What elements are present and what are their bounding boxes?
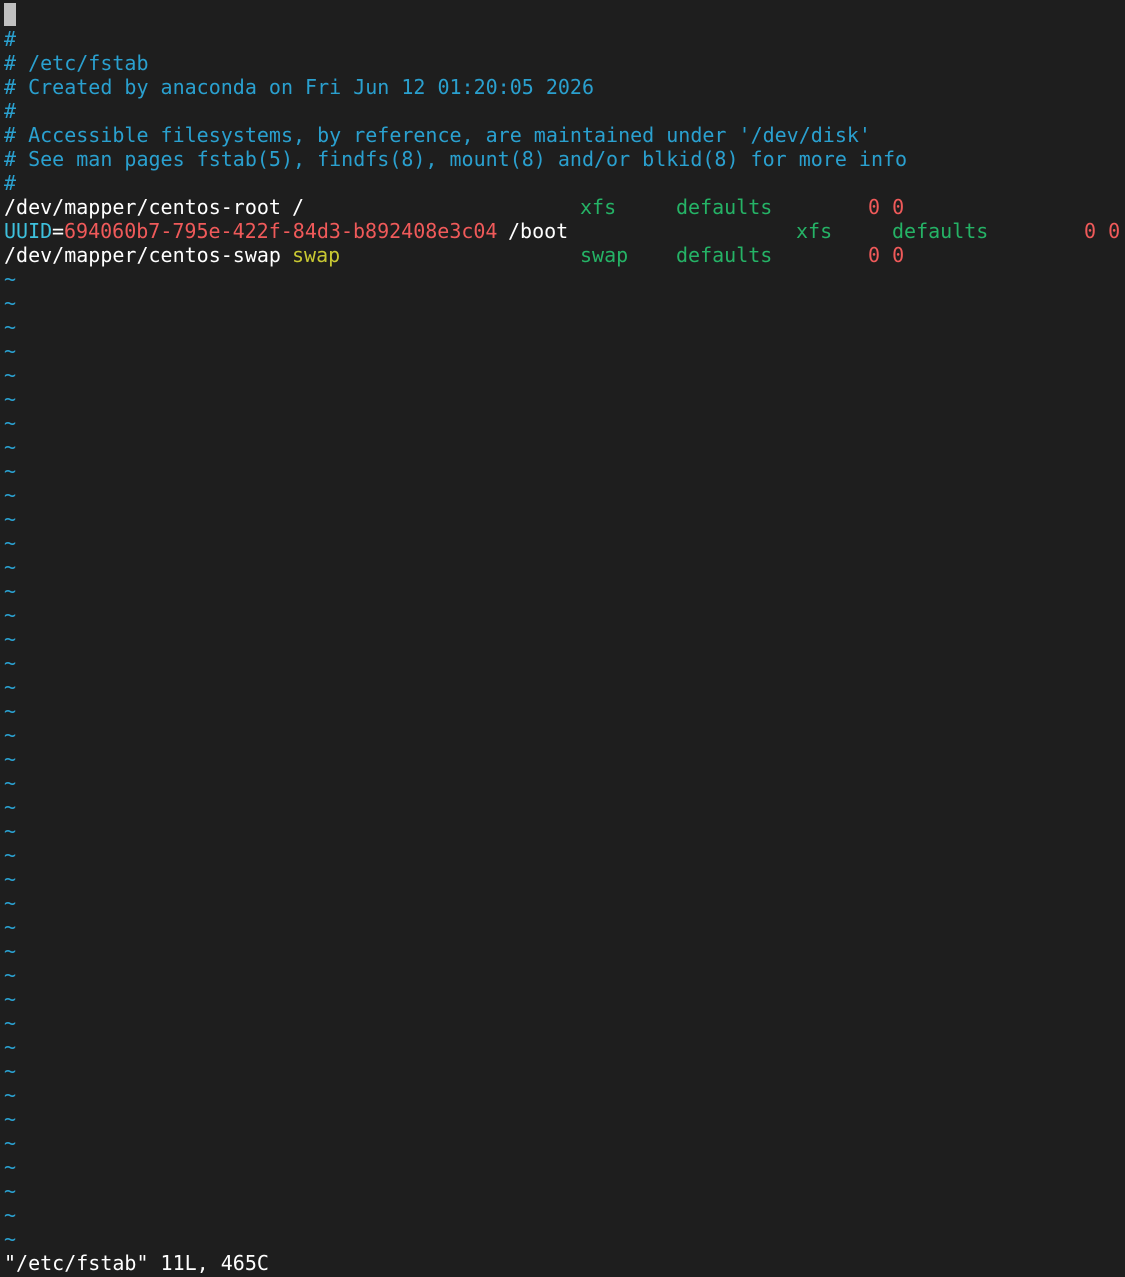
tilde-marker: ~ bbox=[4, 1203, 17, 1227]
tilde-marker: ~ bbox=[4, 555, 17, 579]
tilde-marker: ~ bbox=[4, 1107, 17, 1131]
mount-point-field: swap bbox=[292, 243, 341, 267]
tilde-marker: ~ bbox=[4, 1035, 17, 1059]
fstype-field: xfs bbox=[796, 219, 833, 243]
tilde-marker: ~ bbox=[4, 915, 17, 939]
tilde-marker: ~ bbox=[4, 411, 17, 435]
fstype-field: swap bbox=[580, 243, 629, 267]
comment-line: # bbox=[4, 27, 17, 51]
dump-pass-field: 0 0 bbox=[868, 243, 905, 267]
device-field: /dev/mapper/centos-swap bbox=[4, 243, 281, 267]
options-field: defaults bbox=[892, 219, 989, 243]
tilde-marker: ~ bbox=[4, 363, 17, 387]
tilde-marker: ~ bbox=[4, 867, 17, 891]
tilde-marker: ~ bbox=[4, 891, 17, 915]
tilde-marker: ~ bbox=[4, 723, 17, 747]
comment-line: # bbox=[4, 99, 17, 123]
tilde-marker: ~ bbox=[4, 675, 17, 699]
text-cursor bbox=[4, 3, 16, 26]
fstab-entry-boot: UUID = 694060b7-795e-422f-84d3-b892408e3… bbox=[4, 219, 1124, 243]
dump-pass-field: 0 0 bbox=[1084, 219, 1121, 243]
tilde-marker: ~ bbox=[4, 1059, 17, 1083]
tilde-marker: ~ bbox=[4, 267, 17, 291]
comment-line: # See man pages fstab(5), findfs(8), mou… bbox=[4, 147, 908, 171]
tilde-marker: ~ bbox=[4, 1083, 17, 1107]
options-field: defaults bbox=[676, 195, 773, 219]
tilde-marker: ~ bbox=[4, 1227, 17, 1251]
mount-point-field: /boot bbox=[508, 219, 569, 243]
tilde-marker: ~ bbox=[4, 627, 17, 651]
tilde-marker: ~ bbox=[4, 843, 17, 867]
tilde-marker: ~ bbox=[4, 795, 17, 819]
tilde-marker: ~ bbox=[4, 1011, 17, 1035]
tilde-marker: ~ bbox=[4, 435, 17, 459]
uuid-value: 694060b7-795e-422f-84d3-b892408e3c04 bbox=[64, 219, 498, 243]
vim-editor[interactable]: # # /etc/fstab # Created by anaconda on … bbox=[0, 0, 1125, 1277]
tilde-marker: ~ bbox=[4, 819, 17, 843]
tilde-marker: ~ bbox=[4, 987, 17, 1011]
fstab-entry-root: /dev/mapper/centos-root / xfs defaults 0… bbox=[4, 195, 1124, 219]
tilde-marker: ~ bbox=[4, 1179, 17, 1203]
comment-line: # /etc/fstab bbox=[4, 51, 149, 75]
tilde-marker: ~ bbox=[4, 1131, 17, 1155]
fstype-field: xfs bbox=[580, 195, 617, 219]
tilde-marker: ~ bbox=[4, 603, 17, 627]
uuid-key: UUID bbox=[4, 219, 53, 243]
tilde-marker: ~ bbox=[4, 507, 17, 531]
comment-line: # bbox=[4, 171, 17, 195]
tilde-marker: ~ bbox=[4, 387, 17, 411]
tilde-marker: ~ bbox=[4, 1155, 17, 1179]
mount-point-field: / bbox=[292, 195, 305, 219]
tilde-marker: ~ bbox=[4, 339, 17, 363]
uuid-equals: = bbox=[52, 219, 65, 243]
tilde-marker: ~ bbox=[4, 315, 17, 339]
tilde-marker: ~ bbox=[4, 579, 17, 603]
status-line: "/etc/fstab" 11L, 465C bbox=[4, 1251, 269, 1275]
dump-pass-field: 0 0 bbox=[868, 195, 905, 219]
comment-line: # Created by anaconda on Fri Jun 12 01:2… bbox=[4, 75, 595, 99]
tilde-marker: ~ bbox=[4, 963, 17, 987]
tilde-marker: ~ bbox=[4, 747, 17, 771]
tilde-marker: ~ bbox=[4, 651, 17, 675]
tilde-marker: ~ bbox=[4, 483, 17, 507]
options-field: defaults bbox=[676, 243, 773, 267]
tilde-marker: ~ bbox=[4, 699, 17, 723]
fstab-entry-swap: /dev/mapper/centos-swap swap swap defaul… bbox=[4, 243, 1124, 267]
tilde-marker: ~ bbox=[4, 459, 17, 483]
tilde-marker: ~ bbox=[4, 531, 17, 555]
device-field: /dev/mapper/centos-root bbox=[4, 195, 281, 219]
tilde-marker: ~ bbox=[4, 939, 17, 963]
tilde-marker: ~ bbox=[4, 771, 17, 795]
tilde-marker: ~ bbox=[4, 291, 17, 315]
comment-line: # Accessible filesystems, by reference, … bbox=[4, 123, 871, 147]
